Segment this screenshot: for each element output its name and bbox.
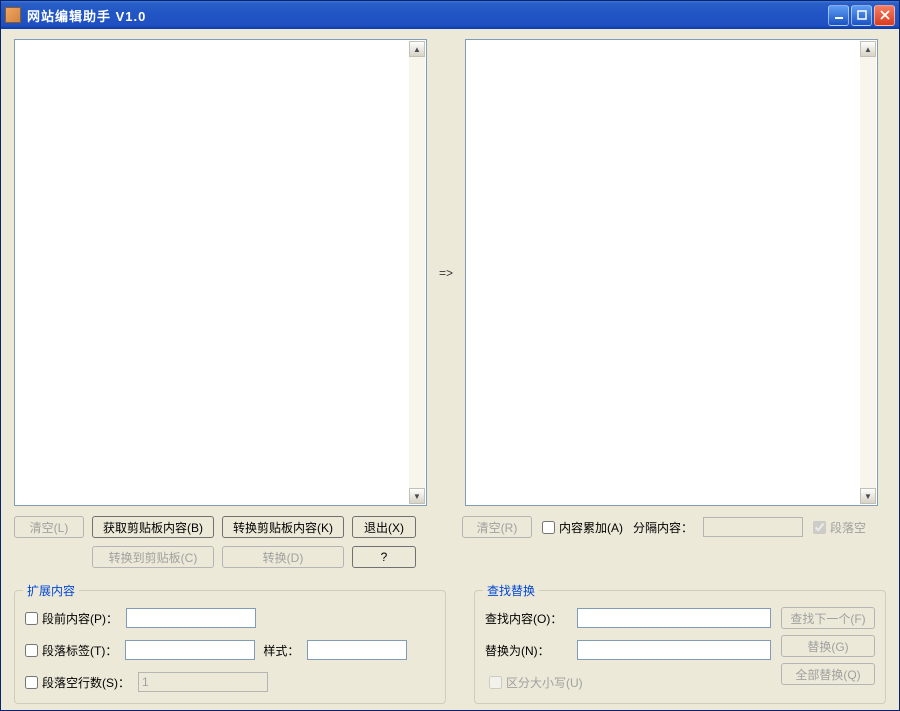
paragraph-blank-label: 段落空 xyxy=(830,519,866,536)
blank-lines-checkbox-input[interactable] xyxy=(25,676,38,689)
blank-lines-label: 段落空行数(S)： xyxy=(42,674,130,691)
close-button[interactable] xyxy=(874,5,895,26)
scroll-track[interactable] xyxy=(409,57,425,488)
scroll-down-icon[interactable]: ▼ xyxy=(409,488,425,504)
find-next-button[interactable]: 查找下一个(F) xyxy=(781,607,875,629)
separator-input[interactable] xyxy=(703,517,803,537)
prefix-input[interactable] xyxy=(126,608,256,628)
maximize-button[interactable] xyxy=(851,5,872,26)
clear-left-button[interactable]: 清空(L) xyxy=(14,516,84,538)
find-replace-group: 查找替换 查找内容(O)： 替换为(N)： xyxy=(474,590,886,704)
titlebar[interactable]: 网站编辑助手 V1.0 xyxy=(1,1,899,29)
find-input[interactable] xyxy=(577,608,771,628)
prefix-checkbox[interactable]: 段前内容(P)： xyxy=(25,610,118,627)
help-button[interactable]: ? xyxy=(352,546,416,568)
tag-checkbox-input[interactable] xyxy=(25,644,38,657)
convert-to-clipboard-button[interactable]: 转换到剪贴板(C) xyxy=(92,546,214,568)
find-label: 查找内容(O)： xyxy=(485,610,569,627)
transfer-arrow-icon: => xyxy=(435,39,457,506)
tag-checkbox[interactable]: 段落标签(T)： xyxy=(25,642,117,659)
extend-content-group: 扩展内容 段前内容(P)： 段落标签(T)： xyxy=(14,590,446,704)
blank-lines-checkbox[interactable]: 段落空行数(S)： xyxy=(25,674,130,691)
replace-button[interactable]: 替换(G) xyxy=(781,635,875,657)
left-button-row-2: 转换到剪贴板(C) 转换(D) ? xyxy=(14,546,434,568)
window-title: 网站编辑助手 V1.0 xyxy=(27,6,828,25)
prefix-label: 段前内容(P)： xyxy=(42,610,118,627)
minimize-icon xyxy=(834,10,844,20)
convert-clipboard-content-button[interactable]: 转换剪贴板内容(K) xyxy=(222,516,344,538)
left-button-row-1: 清空(L) 获取剪贴板内容(B) 转换剪贴板内容(K) 退出(X) xyxy=(14,516,434,538)
case-sensitive-label: 区分大小写(U) xyxy=(506,674,583,691)
case-sensitive-checkbox[interactable]: 区分大小写(U) xyxy=(489,674,583,691)
exit-button[interactable]: 退出(X) xyxy=(352,516,416,538)
case-sensitive-checkbox-input[interactable] xyxy=(489,676,502,689)
accumulate-checkbox-input[interactable] xyxy=(542,521,555,534)
blank-lines-input[interactable] xyxy=(138,672,268,692)
lower-groups: 扩展内容 段前内容(P)： 段落标签(T)： xyxy=(14,568,886,704)
source-scrollbar[interactable]: ▲ ▼ xyxy=(409,41,425,504)
scroll-up-icon[interactable]: ▲ xyxy=(409,41,425,57)
minimize-button[interactable] xyxy=(828,5,849,26)
get-clipboard-button[interactable]: 获取剪贴板内容(B) xyxy=(92,516,214,538)
window-controls xyxy=(828,5,895,26)
separator-label: 分隔内容： xyxy=(633,519,693,536)
find-buttons-column: 查找下一个(F) 替换(G) 全部替换(Q) xyxy=(781,607,875,693)
scroll-down-icon[interactable]: ▼ xyxy=(860,488,876,504)
paragraph-blank-checkbox[interactable]: 段落空 xyxy=(813,519,866,536)
right-controls-row: 清空(R) 内容累加(A) 分隔内容： 段落空 xyxy=(462,516,886,538)
tag-label: 段落标签(T)： xyxy=(42,642,117,659)
app-icon xyxy=(5,7,21,23)
replace-label: 替换为(N)： xyxy=(485,642,569,659)
client-area: ▲ ▼ => ▲ ▼ 清空(L) 获取剪贴板内容(B) 转换 xyxy=(4,29,896,707)
replace-all-button[interactable]: 全部替换(Q) xyxy=(781,663,875,685)
close-icon xyxy=(880,10,890,20)
convert-button[interactable]: 转换(D) xyxy=(222,546,344,568)
find-group-title: 查找替换 xyxy=(483,582,539,599)
scroll-up-icon[interactable]: ▲ xyxy=(860,41,876,57)
result-textarea[interactable]: ▲ ▼ xyxy=(465,39,878,506)
maximize-icon xyxy=(857,10,867,20)
scroll-track[interactable] xyxy=(860,57,876,488)
replace-input[interactable] xyxy=(577,640,771,660)
prefix-checkbox-input[interactable] xyxy=(25,612,38,625)
accumulate-checkbox[interactable]: 内容累加(A) xyxy=(542,519,623,536)
style-input[interactable] xyxy=(307,640,407,660)
source-textarea[interactable]: ▲ ▼ xyxy=(14,39,427,506)
app-window: 网站编辑助手 V1.0 ▲ ▼ => xyxy=(0,0,900,711)
accumulate-label: 内容累加(A) xyxy=(559,519,623,536)
editor-panes: ▲ ▼ => ▲ ▼ xyxy=(14,39,886,506)
style-label: 样式： xyxy=(263,642,299,659)
extend-group-title: 扩展内容 xyxy=(23,582,79,599)
result-scrollbar[interactable]: ▲ ▼ xyxy=(860,41,876,504)
clear-right-button[interactable]: 清空(R) xyxy=(462,516,532,538)
paragraph-blank-checkbox-input[interactable] xyxy=(813,521,826,534)
tag-input[interactable] xyxy=(125,640,255,660)
